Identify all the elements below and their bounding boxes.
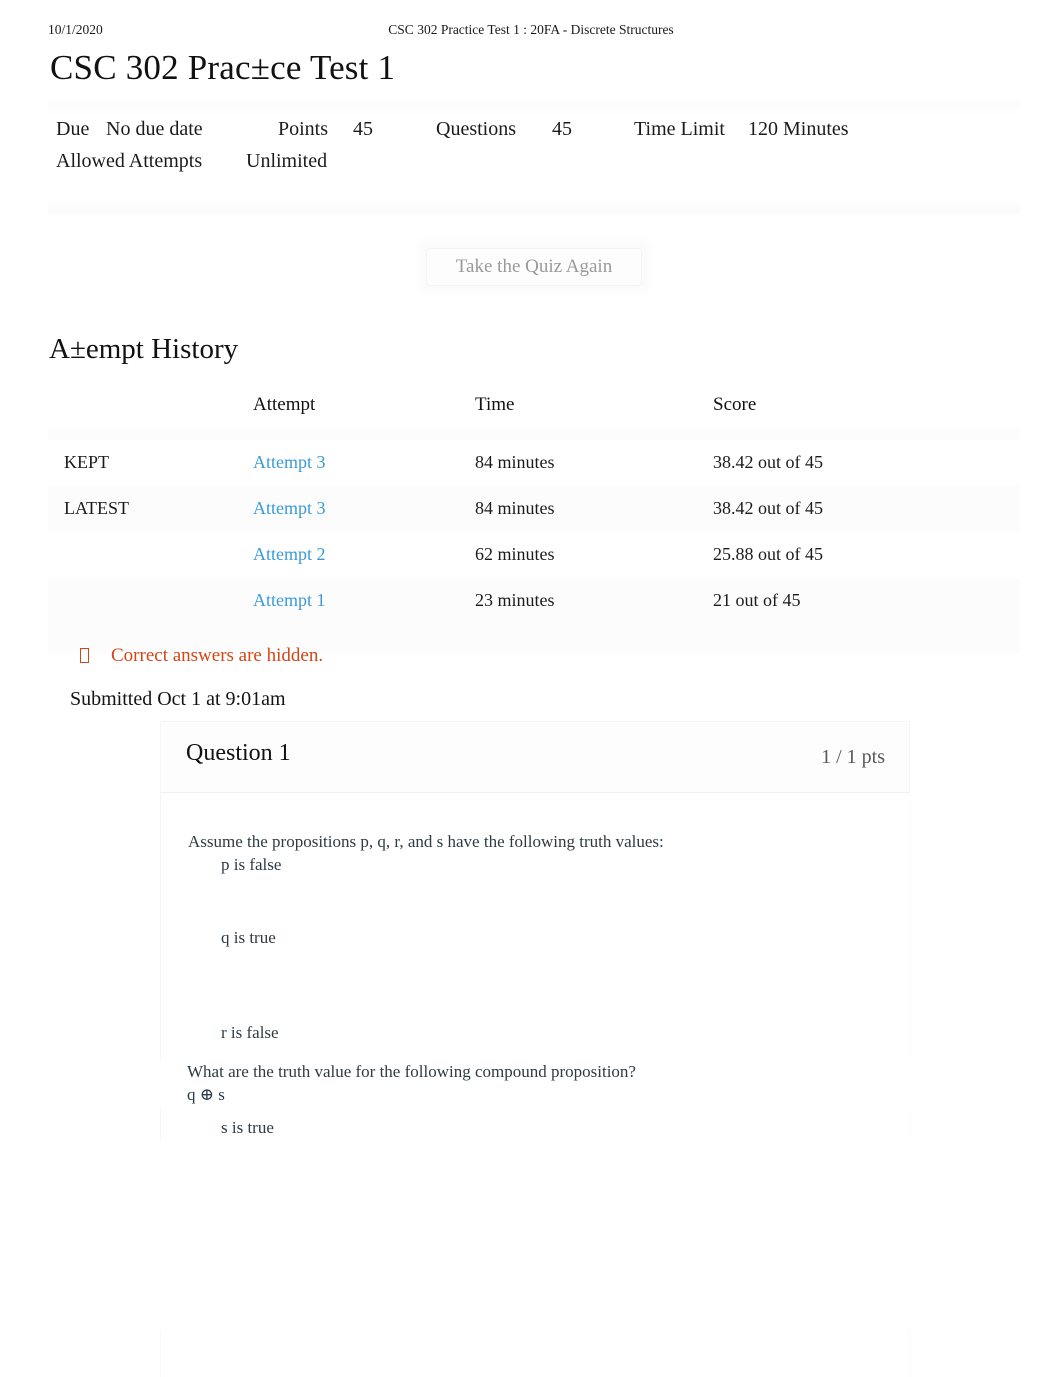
submitted-timestamp: Submitted Oct 1 at 9:01am (70, 688, 286, 710)
points-value: 45 (353, 118, 373, 140)
page-bottom-fragment (160, 1330, 910, 1377)
attempt-history-head: Attempt Time Score (48, 390, 1020, 428)
time-limit-label: Time Limit (634, 118, 725, 140)
take-quiz-again-container: Take the Quiz Again (418, 232, 650, 294)
table-row: Attempt 1 23 minutes 21 out of 45 (48, 578, 1020, 624)
attempt-score: 38.42 out of 45 (713, 486, 1020, 532)
attempt-flag (48, 532, 253, 578)
attempt-link[interactable]: Attempt 1 (253, 590, 326, 610)
attempt-flag: LATEST (48, 486, 253, 532)
table-row: Attempt 2 62 minutes 25.88 out of 45 (48, 532, 1020, 578)
attempt-time: 62 minutes (475, 544, 555, 564)
allowed-attempts-value: Unlimited (246, 150, 328, 172)
attempt-flag (48, 578, 253, 624)
due-value: No due date (106, 118, 203, 140)
take-quiz-again-button[interactable]: Take the Quiz Again (426, 248, 642, 286)
allowed-attempts-label: Allowed Attempts (56, 150, 203, 172)
attempt-score: 25.88 out of 45 (713, 544, 823, 564)
questions-label: Questions (436, 118, 516, 140)
proposition-value-p: p is false (221, 854, 282, 874)
due-label: Due (56, 118, 90, 140)
column-header-attempt: Attempt (253, 394, 316, 415)
attempt-time: 23 minutes (475, 578, 713, 624)
question-prompt-block: What are the truth value for the followi… (160, 1060, 910, 1107)
column-header-flag (48, 390, 253, 428)
points-label: Points (278, 118, 329, 140)
attempt-history-heading: A±empt History (49, 333, 239, 365)
question-title: Question 1 (186, 740, 291, 766)
attempt-history-table: Attempt Time Score KEPT Attempt 3 84 min… (48, 390, 1020, 654)
questions-value: 45 (552, 118, 572, 140)
attempt-score: 38.42 out of 45 (713, 452, 823, 472)
attempt-link[interactable]: Attempt 2 (253, 544, 326, 564)
time-limit-value: 120 Minutes (748, 118, 849, 140)
question-expression: q ⊕ s (187, 1085, 225, 1105)
question-intro: Assume the propositions p, q, r, and s h… (188, 832, 664, 851)
quiz-info-bottom-band (48, 198, 1020, 214)
attempt-history-header-row: Attempt Time Score (48, 390, 1020, 428)
print-header: 10/1/2020 CSC 302 Practice Test 1 : 20FA… (0, 22, 1062, 44)
print-course-title: CSC 302 Practice Test 1 : 20FA - Discret… (388, 22, 674, 37)
hidden-answers-text: Correct answers are hidden. (111, 645, 324, 666)
quiz-info-top-band (48, 100, 1020, 116)
eye-slash-icon (80, 648, 89, 663)
table-row: KEPT Attempt 3 84 minutes 38.42 out of 4… (48, 440, 1020, 486)
proposition-value-r: r is false (221, 1022, 279, 1042)
quiz-info-row-attempts: Allowed Attempts Unlimited (48, 150, 1020, 182)
quiz-info-panel: Due No due date Points 45 Questions 45 T… (48, 100, 1020, 214)
attempt-time: 84 minutes (475, 452, 555, 472)
attempt-link[interactable]: Attempt 3 (253, 498, 326, 518)
proposition-value-q: q is true (221, 927, 276, 947)
proposition-value-s: s is true (221, 1117, 274, 1137)
table-row: LATEST Attempt 3 84 minutes 38.42 out of… (48, 486, 1020, 532)
page-title: CSC 302 Prac±ce Test 1 (50, 48, 396, 87)
question-prompt: What are the truth value for the followi… (187, 1062, 636, 1081)
hidden-answers-notice: Correct answers are hidden. (80, 645, 323, 667)
column-header-time: Time (475, 394, 515, 415)
attempt-score: 21 out of 45 (713, 578, 1020, 624)
attempt-time: 84 minutes (475, 486, 713, 532)
attempt-link[interactable]: Attempt 3 (253, 452, 326, 472)
question-header: Question 1 1 / 1 pts (160, 721, 910, 793)
attempt-flag: KEPT (64, 452, 109, 472)
table-spacer-row (48, 428, 1020, 440)
quiz-info-row-primary: Due No due date Points 45 Questions 45 T… (48, 118, 1020, 150)
attempt-history-body: KEPT Attempt 3 84 minutes 38.42 out of 4… (48, 428, 1020, 654)
column-header-score: Score (713, 394, 757, 415)
question-points: 1 / 1 pts (821, 746, 885, 768)
